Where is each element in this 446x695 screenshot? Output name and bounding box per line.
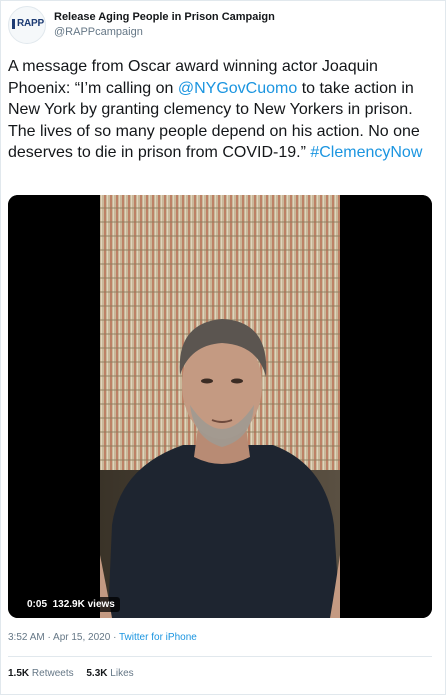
likes-count: 5.3K xyxy=(86,668,108,679)
source-link[interactable]: Twitter for iPhone xyxy=(119,632,197,643)
hashtag-link[interactable]: #ClemencyNow xyxy=(310,144,422,161)
person-shirt xyxy=(108,445,340,618)
mention-link[interactable]: @NYGovCuomo xyxy=(178,80,297,97)
tweet-text: A message from Oscar award winning actor… xyxy=(8,56,436,164)
retweets-count: 1.5K xyxy=(8,668,30,679)
video-time: 0:05 xyxy=(27,599,48,610)
tweet-stats: 1.5K Retweets 5.3K Likes xyxy=(8,668,144,679)
tweet-meta: 3:52 AM · Apr 15, 2020 · Twitter for iPh… xyxy=(8,632,197,643)
timestamp[interactable]: 3:52 AM · Apr 15, 2020 · xyxy=(8,632,119,643)
retweets-label: Retweets xyxy=(31,668,74,679)
likes-label: Likes xyxy=(110,668,134,679)
retweets-stat[interactable]: 1.5K Retweets xyxy=(8,668,74,679)
likes-stat[interactable]: 5.3K Likes xyxy=(86,668,133,679)
video-views: 132.9K views xyxy=(52,599,115,610)
avatar[interactable]: RAPP xyxy=(8,6,46,44)
video-player[interactable]: 0:05 132.9K views xyxy=(8,195,432,618)
tweet-header: RAPP Release Aging People in Prison Camp… xyxy=(8,6,428,46)
video-frame xyxy=(8,195,432,618)
video-stats-badge: 0:05 132.9K views xyxy=(22,597,120,612)
divider xyxy=(8,656,432,657)
avatar-logo-text: RAPP xyxy=(17,18,44,29)
logo-bars-icon xyxy=(12,19,15,29)
user-handle[interactable]: @RAPPcampaign xyxy=(54,26,143,38)
display-name[interactable]: Release Aging People in Prison Campaign xyxy=(54,11,275,23)
